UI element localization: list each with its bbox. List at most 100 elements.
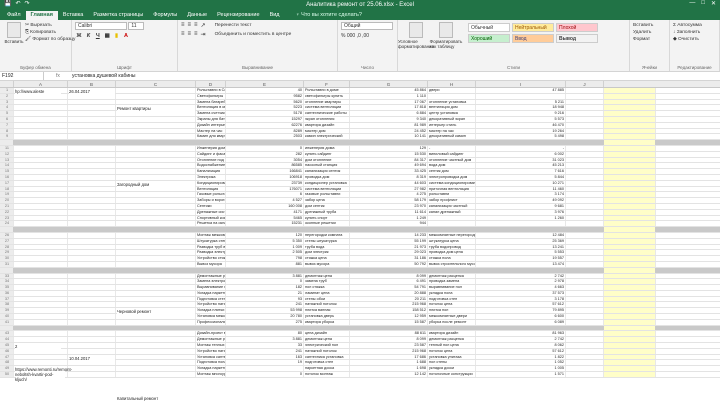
- cell[interactable]: укладка доски: [428, 366, 476, 372]
- cell[interactable]: [68, 267, 116, 273]
- cell[interactable]: 19 557: [476, 256, 566, 261]
- cell[interactable]: [14, 134, 68, 140]
- cell[interactable]: 81 963: [476, 331, 566, 337]
- cell[interactable]: Замена батарей отопления: [196, 99, 226, 105]
- cell[interactable]: укладка пола: [428, 290, 476, 296]
- format-cells-button[interactable]: Формат: [633, 36, 666, 43]
- cell[interactable]: экран отопления: [304, 116, 350, 122]
- save-icon[interactable]: 💾: [4, 0, 11, 7]
- cell[interactable]: [14, 93, 68, 99]
- row-number[interactable]: 28: [0, 244, 14, 250]
- cell[interactable]: [68, 296, 116, 302]
- cell[interactable]: инженерия дома: [304, 145, 350, 151]
- column-header[interactable]: F: [304, 81, 350, 87]
- cell[interactable]: декоративный камин: [428, 134, 476, 140]
- cell[interactable]: 33: [226, 343, 304, 348]
- cell[interactable]: Отопление под ключ: [196, 157, 226, 163]
- row-number[interactable]: 2: [0, 93, 14, 99]
- cell[interactable]: насосный станция: [304, 163, 350, 169]
- cell[interactable]: [68, 273, 116, 279]
- cell[interactable]: 182: [226, 285, 304, 290]
- cell[interactable]: 1 822: [476, 354, 566, 360]
- cell[interactable]: 163: [226, 354, 304, 360]
- tab-5[interactable]: Данные: [182, 11, 212, 20]
- cell[interactable]: [604, 227, 656, 232]
- cell[interactable]: Установка сантехники: [196, 354, 226, 360]
- cell[interactable]: [350, 140, 428, 145]
- cell[interactable]: Укладка плитки: [196, 308, 226, 314]
- cell[interactable]: Установка межкомнатных дверей: [196, 314, 226, 319]
- cell[interactable]: [428, 325, 476, 331]
- cell[interactable]: [14, 325, 68, 331]
- cell[interactable]: [14, 319, 68, 325]
- cell[interactable]: подготовка стен: [304, 360, 350, 366]
- cell[interactable]: [196, 227, 226, 232]
- date-cell[interactable]: 10.04.2017: [69, 355, 115, 361]
- cell[interactable]: Решетка на окна: [196, 221, 226, 227]
- cell[interactable]: [116, 122, 196, 128]
- cell[interactable]: декоративный экран: [428, 116, 476, 122]
- cell[interactable]: вода дом: [428, 163, 476, 169]
- cell[interactable]: [68, 372, 116, 377]
- row-number[interactable]: 14: [0, 163, 14, 169]
- cell[interactable]: 2 978: [476, 279, 566, 285]
- conditional-formatting-button[interactable]: Условное форматирование: [398, 22, 434, 49]
- column-header[interactable]: J: [566, 81, 604, 87]
- cell[interactable]: 5223: [226, 105, 304, 111]
- cell[interactable]: [68, 244, 116, 250]
- cell[interactable]: 2 742: [476, 337, 566, 343]
- category-label[interactable]: Ремонт квартиры: [117, 106, 195, 112]
- cell[interactable]: [604, 151, 656, 157]
- column-header[interactable]: A: [14, 81, 68, 87]
- fill-color-icon[interactable]: ▮: [113, 33, 121, 39]
- clear-button[interactable]: ◆ Очистить: [673, 36, 716, 43]
- cell[interactable]: -: [476, 145, 566, 151]
- format-as-table-button[interactable]: Форматировать как таблицу: [430, 22, 462, 49]
- cell[interactable]: [566, 325, 604, 331]
- cell[interactable]: 23 587: [350, 343, 428, 348]
- cell[interactable]: 3 881: [226, 273, 304, 279]
- cell[interactable]: Электрика: [196, 174, 226, 180]
- column-header[interactable]: D: [196, 81, 226, 87]
- cell[interactable]: Мастер на час: [196, 128, 226, 134]
- cell[interactable]: [428, 215, 476, 221]
- cell[interactable]: выравнивание пол: [428, 285, 476, 290]
- cell[interactable]: [604, 337, 656, 343]
- cell[interactable]: проводка дом цена: [428, 250, 476, 256]
- cell[interactable]: Вывоз мусора: [196, 261, 226, 267]
- cell[interactable]: 29 023: [350, 250, 428, 256]
- cell[interactable]: 11 614: [350, 209, 428, 215]
- cell[interactable]: 93: [226, 296, 304, 302]
- cell[interactable]: [604, 93, 656, 99]
- cell[interactable]: газовые рольставни: [304, 192, 350, 198]
- cell[interactable]: [566, 163, 604, 169]
- cell[interactable]: Замена счетчиков: [196, 111, 226, 116]
- row-number[interactable]: 35: [0, 285, 14, 290]
- cell[interactable]: [116, 285, 196, 290]
- cell[interactable]: 129: [350, 145, 428, 151]
- cell[interactable]: [68, 209, 116, 215]
- cell[interactable]: [566, 285, 604, 290]
- cell[interactable]: [116, 302, 196, 308]
- cell[interactable]: 5620: [226, 99, 304, 105]
- category-label[interactable]: Загородный дом: [117, 181, 195, 187]
- cell[interactable]: стены штукатурка: [304, 238, 350, 244]
- cell[interactable]: [566, 343, 604, 348]
- cell[interactable]: теплый пол цена: [428, 343, 476, 348]
- cell[interactable]: [14, 99, 68, 105]
- cell[interactable]: 5 553: [476, 250, 566, 256]
- number-format-select[interactable]: Общий: [341, 22, 393, 30]
- cell[interactable]: Камин для квартиры: [196, 134, 226, 140]
- cell[interactable]: [566, 105, 604, 111]
- cell[interactable]: [566, 360, 604, 366]
- cell[interactable]: 2503: [226, 134, 304, 140]
- cell[interactable]: 3 881: [226, 337, 304, 343]
- row-number[interactable]: 50: [0, 372, 14, 377]
- cell[interactable]: стены обои: [304, 296, 350, 302]
- row-number[interactable]: 29: [0, 250, 14, 256]
- cell[interactable]: [68, 238, 116, 244]
- cell[interactable]: [116, 279, 196, 285]
- cell[interactable]: Дизайн интерьеров: [196, 122, 226, 128]
- cell[interactable]: [116, 250, 196, 256]
- cell[interactable]: натяжной потолок: [304, 302, 350, 308]
